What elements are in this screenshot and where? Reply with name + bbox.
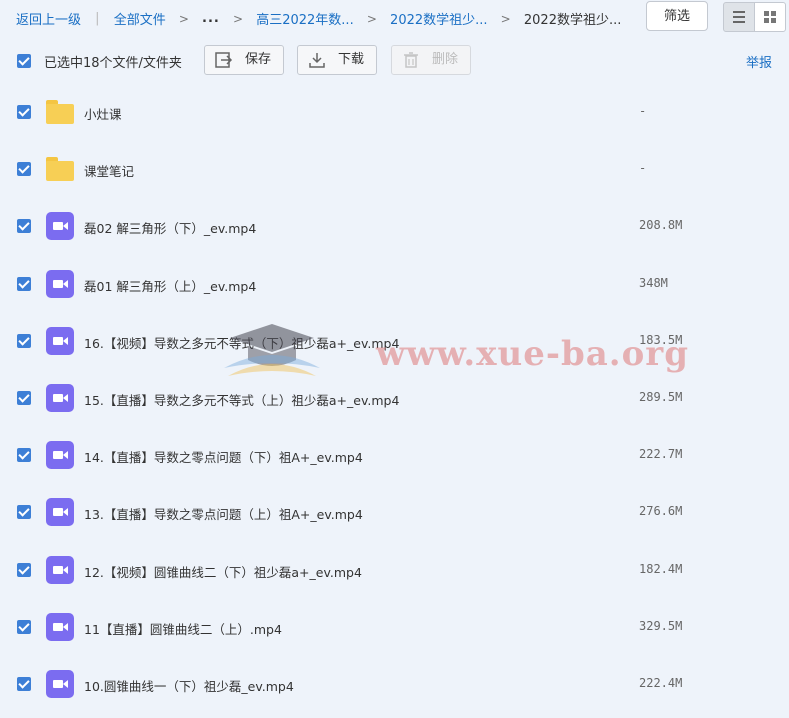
file-size: 208.8M bbox=[639, 218, 683, 233]
list-view-icon bbox=[733, 11, 745, 23]
video-file-icon bbox=[46, 498, 74, 527]
file-size: 222.4M bbox=[639, 676, 683, 690]
download-icon bbox=[309, 53, 325, 68]
video-file-icon bbox=[46, 212, 74, 241]
file-size: 276.6M bbox=[639, 504, 683, 519]
download-label: 下载 bbox=[338, 52, 365, 67]
file-checkbox[interactable] bbox=[17, 162, 31, 177]
chevron-right-icon: > bbox=[366, 11, 377, 26]
video-file-icon bbox=[46, 269, 74, 298]
file-name[interactable]: 磊01 解三角形（上）_ev.mp4 bbox=[84, 276, 256, 295]
view-toggle bbox=[723, 2, 789, 32]
file-checkbox[interactable] bbox=[17, 219, 31, 234]
file-row[interactable]: 课堂笔记 - bbox=[0, 141, 789, 198]
file-checkbox[interactable] bbox=[17, 391, 31, 405]
file-checkbox[interactable] bbox=[17, 619, 31, 634]
video-file-icon bbox=[46, 555, 74, 584]
file-name[interactable]: 15.【直播】导数之多元不等式（上）祖少磊a+_ev.mp4 bbox=[84, 390, 399, 409]
save-label: 保存 bbox=[245, 52, 272, 67]
file-size: 182.4M bbox=[639, 561, 683, 576]
filter-button[interactable]: 筛选 bbox=[646, 1, 708, 31]
file-size: 183.5M bbox=[639, 332, 683, 347]
file-name[interactable]: 小灶课 bbox=[84, 104, 122, 123]
grid-view-button[interactable] bbox=[754, 2, 786, 32]
breadcrumb-current: 2022数学祖少... bbox=[523, 13, 622, 28]
file-checkbox[interactable] bbox=[17, 276, 31, 291]
select-all-checkbox[interactable] bbox=[17, 54, 31, 68]
breadcrumb-level1-link[interactable]: 高三2022年数... bbox=[256, 9, 353, 28]
file-checkbox[interactable] bbox=[17, 333, 31, 348]
back-link[interactable]: 返回上一级 bbox=[16, 9, 81, 28]
video-file-icon bbox=[46, 384, 74, 412]
file-row[interactable]: 磊01 解三角形（上）_ev.mp4 348M bbox=[0, 256, 789, 313]
file-row[interactable]: 10.圆锥曲线一（下）祖少磊_ev.mp4 222.4M bbox=[0, 656, 789, 713]
file-name[interactable]: 16.【视频】导数之多元不等式（下）祖少磊a+_ev.mp4 bbox=[84, 333, 399, 352]
file-row[interactable]: 11【直播】圆锥曲线二（上）.mp4 329.5M bbox=[0, 599, 789, 656]
file-row[interactable]: 14.【直播】导数之零点问题（下）祖A+_ev.mp4 222.7M bbox=[0, 427, 789, 484]
file-name[interactable]: 磊02 解三角形（下）_ev.mp4 bbox=[84, 218, 256, 237]
file-checkbox[interactable] bbox=[17, 562, 31, 577]
file-size: 222.7M bbox=[639, 447, 683, 462]
folder-icon bbox=[46, 155, 74, 183]
file-name[interactable]: 10.圆锥曲线一（下）祖少磊_ev.mp4 bbox=[84, 676, 294, 695]
file-checkbox[interactable] bbox=[17, 105, 31, 119]
file-size: - bbox=[639, 104, 647, 118]
file-size: 289.5M bbox=[639, 390, 683, 404]
file-row[interactable]: 磊02 解三角形（下）_ev.mp4 208.8M bbox=[0, 198, 789, 255]
toolbar: 已选中18个文件/文件夹 保存 下载 删除 举报 bbox=[0, 44, 789, 78]
breadcrumb-ellipsis[interactable]: ... bbox=[202, 11, 220, 26]
folder-icon bbox=[46, 98, 74, 126]
file-size: - bbox=[639, 161, 647, 176]
file-browser: 返回上一级 | 全部文件 > ... > 高三2022年数... > 2022数… bbox=[0, 0, 789, 718]
breadcrumb: 返回上一级 | 全部文件 > ... > 高三2022年数... > 2022数… bbox=[16, 9, 621, 28]
file-size: 348M bbox=[639, 275, 668, 290]
delete-button[interactable]: 删除 bbox=[391, 45, 471, 75]
file-name[interactable]: 11【直播】圆锥曲线二（上）.mp4 bbox=[84, 619, 282, 638]
file-checkbox[interactable] bbox=[17, 448, 31, 463]
chevron-right-icon: > bbox=[500, 11, 511, 26]
breadcrumb-divider: | bbox=[95, 11, 100, 26]
file-row[interactable]: 16.【视频】导数之多元不等式（下）祖少磊a+_ev.mp4 183.5M bbox=[0, 313, 789, 370]
all-files-link[interactable]: 全部文件 bbox=[114, 9, 166, 28]
trash-icon bbox=[404, 52, 418, 68]
file-row[interactable]: 小灶课 - bbox=[0, 84, 789, 141]
selection-count: 已选中18个文件/文件夹 bbox=[44, 56, 182, 71]
file-name[interactable]: 13.【直播】导数之零点问题（上）祖A+_ev.mp4 bbox=[84, 504, 363, 523]
grid-view-icon bbox=[764, 11, 776, 23]
file-checkbox[interactable] bbox=[17, 505, 31, 520]
report-link[interactable]: 举报 bbox=[746, 52, 772, 71]
chevron-right-icon: > bbox=[178, 11, 189, 26]
video-file-icon bbox=[46, 670, 74, 698]
file-row[interactable]: 12.【视频】圆锥曲线二（下）祖少磊a+_ev.mp4 182.4M bbox=[0, 542, 789, 599]
file-row[interactable]: 15.【直播】导数之多元不等式（上）祖少磊a+_ev.mp4 289.5M bbox=[0, 370, 789, 427]
file-size: 329.5M bbox=[639, 618, 683, 633]
save-icon bbox=[215, 52, 233, 68]
delete-label: 删除 bbox=[432, 52, 459, 67]
save-button[interactable]: 保存 bbox=[204, 45, 284, 75]
chevron-right-icon: > bbox=[233, 11, 244, 26]
file-checkbox[interactable] bbox=[17, 677, 31, 691]
video-file-icon bbox=[46, 441, 74, 470]
breadcrumb-bar: 返回上一级 | 全部文件 > ... > 高三2022年数... > 2022数… bbox=[0, 0, 789, 36]
list-view-button[interactable] bbox=[723, 2, 755, 32]
video-file-icon bbox=[46, 612, 74, 641]
breadcrumb-level2-link[interactable]: 2022数学祖少... bbox=[390, 9, 487, 28]
download-button[interactable]: 下载 bbox=[297, 45, 377, 75]
file-row[interactable]: 13.【直播】导数之零点问题（上）祖A+_ev.mp4 276.6M bbox=[0, 484, 789, 541]
file-name[interactable]: 14.【直播】导数之零点问题（下）祖A+_ev.mp4 bbox=[84, 447, 363, 466]
file-name[interactable]: 课堂笔记 bbox=[84, 161, 134, 180]
video-file-icon bbox=[46, 326, 74, 355]
file-name[interactable]: 12.【视频】圆锥曲线二（下）祖少磊a+_ev.mp4 bbox=[84, 562, 362, 581]
